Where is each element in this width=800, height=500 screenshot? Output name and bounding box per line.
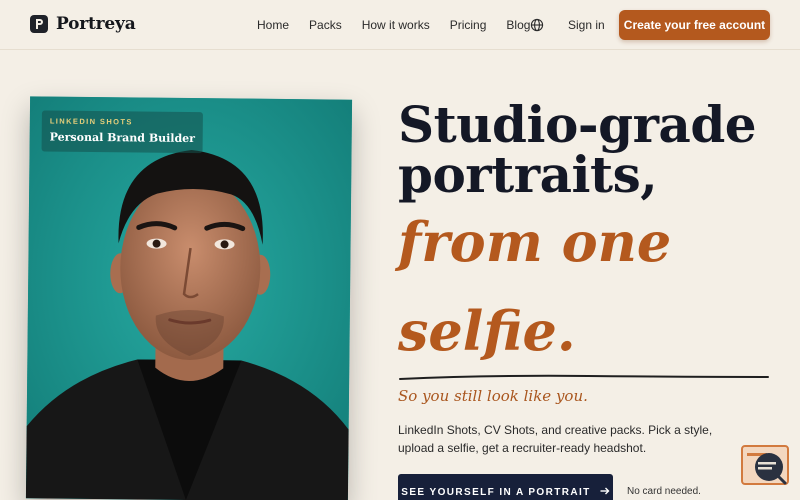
portreya-logo-icon <box>30 15 48 33</box>
hero-heading-line2: portraits, <box>398 145 658 204</box>
top-nav: Portreya Home Packs How it works Pricing… <box>0 0 800 50</box>
pack-tag-kicker: LINKEDIN SHOTS <box>49 116 133 127</box>
hero-description: LinkedIn Shots, CV Shots, and creative p… <box>398 423 713 455</box>
hero-heading-italic1: from one <box>398 210 672 274</box>
nav-link-packs[interactable]: Packs <box>309 18 342 32</box>
globe-icon[interactable] <box>530 18 544 32</box>
portrait-card: LINKEDIN SHOTS Personal Brand Builder <box>25 96 353 500</box>
create-account-button[interactable]: Create your free account <box>619 10 770 40</box>
see-yourself-button-label: SEE YOURSELF IN A PORTRAIT <box>401 486 591 498</box>
nav-link-home[interactable]: Home <box>257 18 289 32</box>
see-yourself-button[interactable]: SEE YOURSELF IN A PORTRAIT <box>398 474 613 500</box>
no-card-note: No card needed. <box>627 486 701 497</box>
nav-link-pricing[interactable]: Pricing <box>450 18 487 32</box>
arrow-right-icon <box>600 487 610 498</box>
brand-name: Portreya <box>56 14 136 34</box>
sign-in-link[interactable]: Sign in <box>568 18 605 32</box>
pack-tag: LINKEDIN SHOTS Personal Brand Builder <box>41 110 204 154</box>
heading-underline <box>399 374 769 380</box>
nav-link-how-it-works[interactable]: How it works <box>362 18 430 32</box>
main-nav: Home Packs How it works Pricing Blog <box>257 18 550 32</box>
nav-link-blog[interactable]: Blog <box>506 18 530 32</box>
chat-support-icon[interactable] <box>741 445 789 487</box>
hero-tagline: So you still look like you. <box>398 387 588 405</box>
pack-tag-title: Personal Brand Builder <box>49 130 196 146</box>
hero-heading-italic2: selfie. <box>398 299 576 363</box>
hero-heading-line1: Studio-grade <box>398 95 757 154</box>
brand-logo-link[interactable]: Portreya <box>30 14 136 34</box>
portrait-image <box>25 96 353 500</box>
